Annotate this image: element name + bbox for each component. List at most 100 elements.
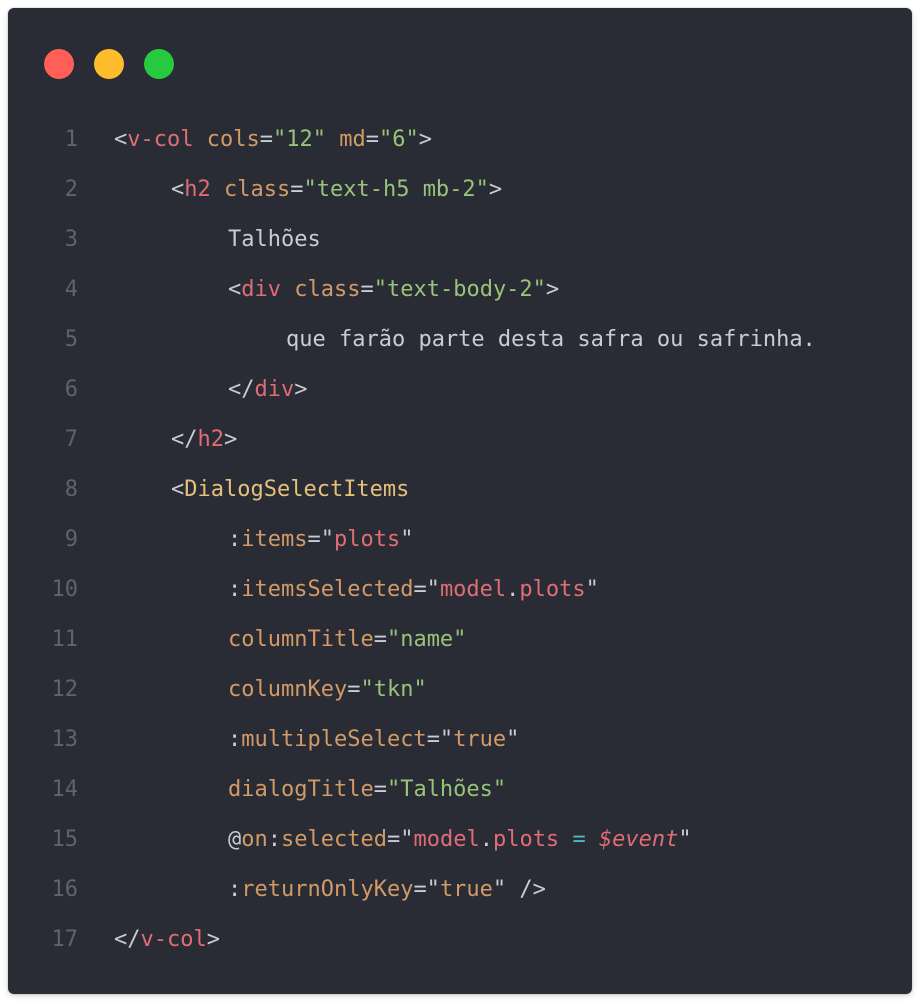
token: " [506, 726, 520, 752]
line-number: 2 [64, 176, 78, 202]
token: = [290, 176, 304, 202]
code-content: Talhões [78, 227, 321, 252]
token: "text-body-2" [373, 276, 546, 302]
line-number: 11 [51, 626, 79, 652]
line-number: 15 [51, 826, 79, 852]
line-number: 5 [64, 326, 78, 352]
token: plots [333, 526, 401, 552]
code-line: 10 :itemsSelected="model.plots" [8, 564, 912, 614]
line-number: 12 [51, 676, 79, 702]
minimize-button[interactable] [94, 49, 124, 79]
token: = [572, 826, 586, 852]
code-line: 13 :multipleSelect="true" [8, 714, 912, 764]
token: class [224, 176, 291, 202]
line-number: 4 [64, 276, 78, 302]
token: </ [114, 926, 141, 952]
code-line: 17 </v-col> [8, 914, 912, 964]
code-content: :returnOnlyKey="true" /> [78, 877, 546, 902]
code-line: 4 <div class="text-body-2"> [8, 264, 912, 314]
code-line: 1 <v-col cols="12" md="6"> [8, 114, 912, 164]
token: = [373, 776, 387, 802]
token: . [479, 826, 493, 852]
code-content: <div class="text-body-2"> [78, 277, 559, 302]
token: plots [492, 826, 560, 852]
token: v-col [127, 126, 194, 152]
token: DialogSelectItems [184, 476, 410, 502]
token: =" [426, 726, 454, 752]
token: = [360, 276, 374, 302]
code-line: 8 <DialogSelectItems [8, 464, 912, 514]
code-content: columnTitle="name" [78, 627, 466, 652]
token: on [241, 826, 268, 852]
code-content: :itemsSelected="model.plots" [78, 577, 599, 602]
token: </ [228, 376, 255, 402]
code-line: 6 </div> [8, 364, 912, 414]
code-block: 1 <v-col cols="12" md="6"> 2 <h2 class="… [8, 114, 912, 964]
line-number: 8 [64, 476, 78, 502]
code-line: 14 dialogTitle="Talhões" [8, 764, 912, 814]
code-content: <v-col cols="12" md="6"> [78, 127, 432, 152]
code-line: 2 <h2 class="text-h5 mb-2"> [8, 164, 912, 214]
line-number: 10 [51, 576, 79, 602]
code-content: dialogTitle="Talhões" [78, 777, 506, 802]
code-content: :items="plots" [78, 527, 413, 552]
token: @ [228, 826, 242, 852]
token: = [365, 126, 379, 152]
token: =" [307, 526, 334, 552]
token: "text-h5 mb-2" [303, 176, 489, 202]
token: : [267, 826, 281, 852]
code-line: 3 Talhões [8, 214, 912, 264]
code-content: <DialogSelectItems [78, 477, 409, 502]
token: /> [506, 876, 546, 902]
line-number: 17 [51, 926, 79, 952]
token: model [413, 826, 480, 852]
token: =" [386, 826, 414, 852]
line-number: 9 [64, 526, 78, 552]
code-line: 7 </h2> [8, 414, 912, 464]
code-window: 1 <v-col cols="12" md="6"> 2 <h2 class="… [8, 8, 912, 994]
token: h2 [197, 426, 225, 452]
token: " [678, 826, 692, 852]
token: > [418, 126, 432, 152]
token: > [488, 176, 503, 202]
token: < [171, 476, 185, 502]
token: items [241, 526, 308, 552]
token: columnTitle [228, 626, 374, 652]
token: "6" [378, 126, 419, 152]
token: que farão parte desta safra ou safrinha. [286, 326, 816, 352]
token: itemsSelected [241, 576, 414, 602]
token: plots [519, 576, 586, 602]
code-line: 11 columnTitle="name" [8, 614, 912, 664]
token: md [339, 126, 366, 152]
code-content: </h2> [78, 427, 237, 452]
token: > [206, 926, 220, 952]
token: = [259, 126, 273, 152]
token: > [294, 376, 308, 402]
token: class [294, 276, 361, 302]
token: $event [598, 826, 679, 852]
token: " [585, 576, 599, 602]
code-line: 9 :items="plots" [8, 514, 912, 564]
window-controls [44, 49, 174, 79]
maximize-button[interactable] [144, 49, 174, 79]
line-number: 14 [51, 776, 79, 802]
token: model [439, 576, 507, 602]
token: < [228, 276, 242, 302]
token: Talhões [228, 226, 321, 252]
token: : [228, 876, 242, 902]
token: h2 [184, 176, 211, 202]
code-content: @on:selected="model.plots = $event" [78, 827, 692, 852]
code-content: :multipleSelect="true" [78, 727, 519, 752]
token: " [492, 876, 507, 902]
token: multipleSelect [241, 726, 427, 752]
token: selected [281, 826, 387, 852]
close-button[interactable] [44, 49, 74, 79]
token: div [241, 276, 281, 302]
line-number: 3 [64, 226, 78, 252]
